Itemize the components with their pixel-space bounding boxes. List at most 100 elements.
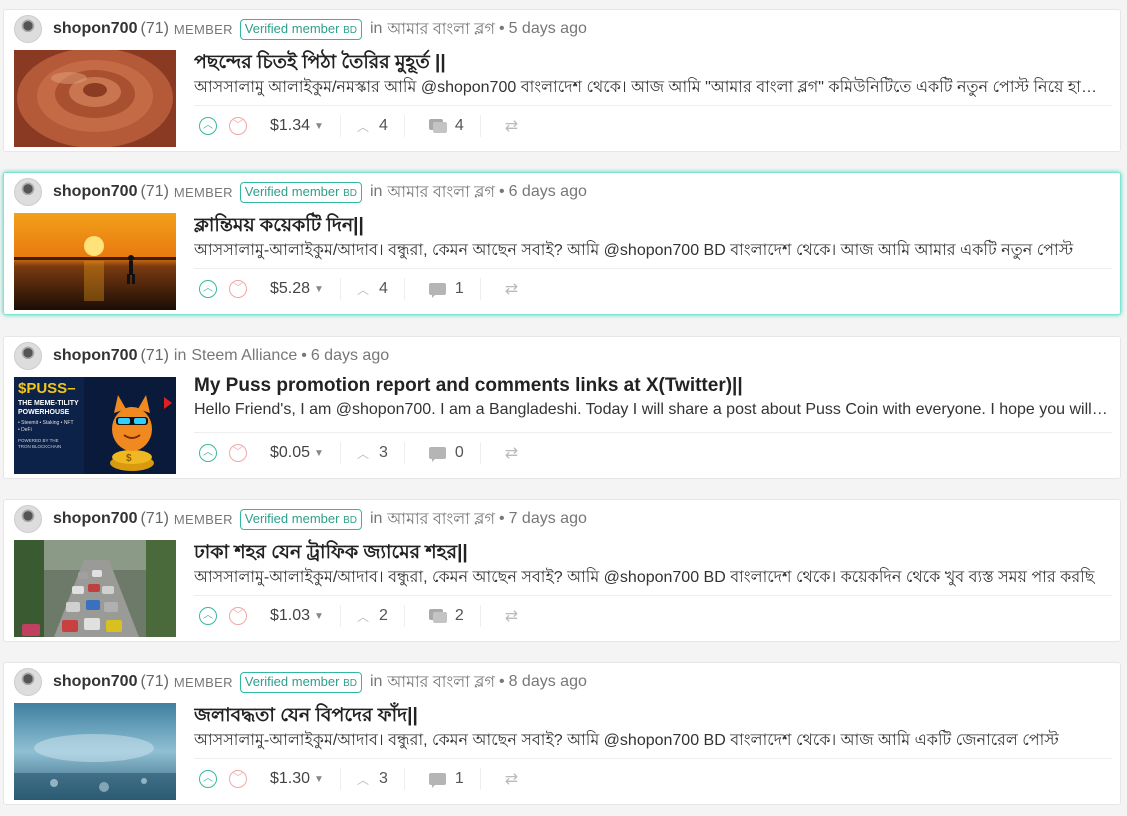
- payout-value[interactable]: $1.30: [270, 770, 310, 788]
- caret-down-icon[interactable]: ▼: [314, 448, 324, 459]
- votes-icon[interactable]: ︿: [357, 445, 369, 462]
- post-time[interactable]: 7 days ago: [509, 510, 587, 528]
- upvote-button[interactable]: ︿: [199, 607, 217, 625]
- divider: [194, 432, 1112, 433]
- divider: [403, 115, 405, 137]
- payout-value[interactable]: $1.34: [270, 117, 310, 135]
- payout-value[interactable]: $1.03: [270, 607, 310, 625]
- divider: [339, 768, 341, 790]
- post-excerpt[interactable]: আসসালামু-আলাইকুম/আদাব। বন্ধুরা, কেমন আছে…: [194, 727, 1109, 754]
- comments-count[interactable]: 0: [455, 444, 464, 462]
- avatar[interactable]: [14, 668, 42, 696]
- comments-icon[interactable]: [428, 608, 447, 624]
- avatar[interactable]: [14, 15, 42, 43]
- post-time[interactable]: 6 days ago: [509, 183, 587, 201]
- comments-count[interactable]: 1: [455, 280, 464, 298]
- caret-down-icon[interactable]: ▼: [314, 774, 324, 785]
- upvote-button[interactable]: ︿: [199, 770, 217, 788]
- upvote-button[interactable]: ︿: [199, 117, 217, 135]
- post-footer: ︿ ﹀ $5.28 ▼ ︿ 4 1 ⇄: [199, 277, 518, 301]
- post-card[interactable]: shopon700 (71) MEMBER Verified member BD…: [3, 499, 1121, 642]
- downvote-button[interactable]: ﹀: [229, 117, 247, 135]
- reputation: (71): [140, 347, 169, 364]
- post-time[interactable]: 8 days ago: [509, 673, 587, 691]
- caret-down-icon[interactable]: ▼: [314, 121, 324, 132]
- svg-text:$: $: [126, 453, 132, 464]
- reblog-icon[interactable]: ⇄: [505, 116, 518, 136]
- comments-count[interactable]: 1: [455, 770, 464, 788]
- post-time[interactable]: 5 days ago: [509, 20, 587, 38]
- upvote-button[interactable]: ︿: [199, 444, 217, 462]
- post-card[interactable]: shopon700 (71) MEMBER Verified member BD…: [3, 9, 1121, 152]
- post-card[interactable]: shopon700 (71) MEMBER Verified member BD…: [3, 172, 1121, 315]
- community-link[interactable]: আমার বাংলা ব্লগ: [387, 506, 495, 533]
- payout-value[interactable]: $0.05: [270, 444, 310, 462]
- post-excerpt[interactable]: Hello Friend's, I am @shopon700. I am a …: [194, 401, 1109, 419]
- author-link[interactable]: shopon700: [53, 347, 137, 365]
- votes-icon[interactable]: ︿: [357, 281, 369, 298]
- votes-icon[interactable]: ︿: [357, 118, 369, 135]
- votes-count[interactable]: 3: [379, 444, 388, 462]
- votes-count[interactable]: 2: [379, 607, 388, 625]
- divider: [479, 278, 481, 300]
- downvote-button[interactable]: ﹀: [229, 770, 247, 788]
- downvote-button[interactable]: ﹀: [229, 607, 247, 625]
- comment-icon[interactable]: [428, 772, 447, 788]
- author-link[interactable]: shopon700: [53, 673, 137, 691]
- caret-down-icon[interactable]: ▼: [314, 611, 324, 622]
- votes-count[interactable]: 4: [379, 117, 388, 135]
- author-link[interactable]: shopon700: [53, 510, 137, 528]
- comments-count[interactable]: 2: [455, 607, 464, 625]
- upvote-button[interactable]: ︿: [199, 280, 217, 298]
- divider: [194, 595, 1112, 596]
- puss-heading: $PUSS–: [18, 380, 76, 397]
- comment-icon[interactable]: [428, 446, 447, 462]
- votes-count[interactable]: 4: [379, 280, 388, 298]
- payout-value[interactable]: $5.28: [270, 280, 310, 298]
- community-link[interactable]: আমার বাংলা ব্লগ: [387, 16, 495, 43]
- votes-count[interactable]: 3: [379, 770, 388, 788]
- avatar[interactable]: [14, 505, 42, 533]
- caret-down-icon[interactable]: ▼: [314, 284, 324, 295]
- reblog-icon[interactable]: ⇄: [505, 606, 518, 626]
- comment-icon[interactable]: [428, 282, 447, 298]
- author-link[interactable]: shopon700: [53, 20, 137, 38]
- post-card[interactable]: shopon700 (71) MEMBER Verified member BD…: [3, 662, 1121, 805]
- post-card[interactable]: shopon700 (71) in Steem Alliance • 6 day…: [3, 336, 1121, 479]
- puss-line2: THE MEME-TILITY: [18, 400, 79, 407]
- in-label: in: [369, 673, 383, 690]
- downvote-button[interactable]: ﹀: [229, 444, 247, 462]
- avatar[interactable]: [14, 178, 42, 206]
- post-excerpt[interactable]: আসসালামু-আলাইকুম/আদাব। বন্ধুরা, কেমন আছে…: [194, 237, 1109, 264]
- divider: [479, 115, 481, 137]
- puss-line6: POWERED BY THE: [18, 438, 59, 443]
- divider: [194, 758, 1112, 759]
- post-time[interactable]: 6 days ago: [311, 347, 389, 365]
- votes-icon[interactable]: ︿: [357, 608, 369, 625]
- reblog-icon[interactable]: ⇄: [505, 279, 518, 299]
- traffic-jam-image[interactable]: [14, 540, 176, 637]
- verified-label: Verified member: [244, 20, 340, 36]
- comments-count[interactable]: 4: [455, 117, 464, 135]
- votes-icon[interactable]: ︿: [357, 771, 369, 788]
- post-excerpt[interactable]: আসসালামু-আলাইকুম/আদাব। বন্ধুরা, কেমন আছে…: [194, 564, 1109, 591]
- clay-pot-image[interactable]: [14, 50, 176, 147]
- post-excerpt[interactable]: আসসালামু আলাইকুম/নমস্কার আমি @shopon700 …: [194, 74, 1109, 101]
- puss-line7: TRON BLOCKCHAIN: [18, 444, 61, 449]
- puss-coin-image[interactable]: $PUSS– THE MEME-TILITY POWERHOUSE • Stee…: [14, 377, 176, 474]
- downvote-button[interactable]: ﹀: [229, 280, 247, 298]
- sunset-beach-image[interactable]: [14, 213, 176, 310]
- reputation: (71): [140, 673, 169, 690]
- puss-line5: • DeFi: [18, 427, 32, 433]
- community-link[interactable]: Steem Alliance: [191, 347, 297, 365]
- avatar[interactable]: [14, 342, 42, 370]
- rain-storm-image[interactable]: [14, 703, 176, 800]
- comments-icon[interactable]: [428, 118, 447, 134]
- verified-badge: Verified member BD: [239, 18, 362, 40]
- reblog-icon[interactable]: ⇄: [505, 443, 518, 463]
- community-link[interactable]: আমার বাংলা ব্লগ: [387, 179, 495, 206]
- post-title[interactable]: My Puss promotion report and comments li…: [194, 375, 1109, 397]
- reblog-icon[interactable]: ⇄: [505, 769, 518, 789]
- author-link[interactable]: shopon700: [53, 183, 137, 201]
- community-link[interactable]: আমার বাংলা ব্লগ: [387, 669, 495, 696]
